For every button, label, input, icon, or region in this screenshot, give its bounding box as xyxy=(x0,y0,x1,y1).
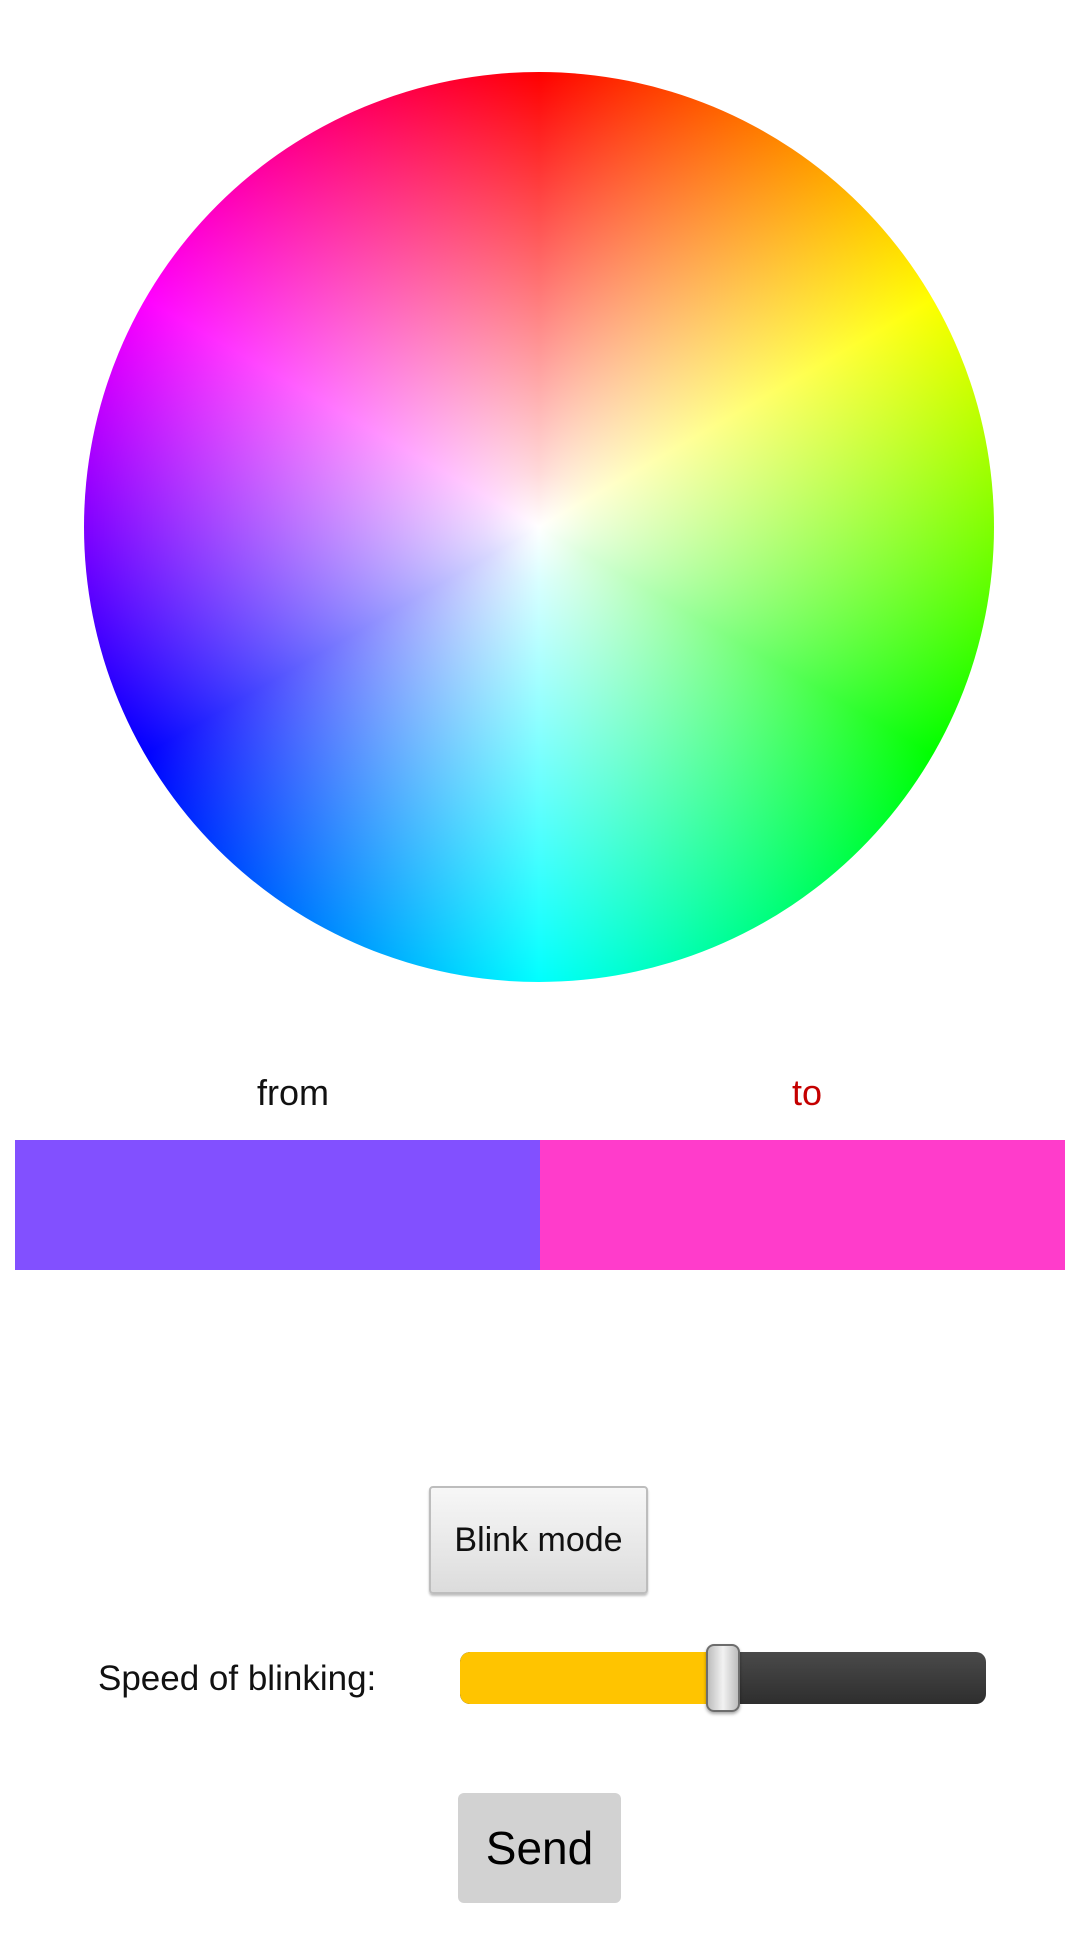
to-color-swatch[interactable] xyxy=(540,1140,1065,1270)
from-label: from xyxy=(257,1072,329,1113)
color-swatches xyxy=(15,1140,1065,1270)
from-color-swatch[interactable] xyxy=(15,1140,540,1270)
color-wheel[interactable] xyxy=(84,72,994,982)
speed-slider[interactable] xyxy=(460,1644,986,1712)
speed-label: Speed of blinking: xyxy=(98,1659,377,1698)
slider-thumb[interactable] xyxy=(706,1644,740,1712)
send-button[interactable]: Send xyxy=(458,1793,621,1903)
to-label: to xyxy=(791,1072,823,1113)
blink-mode-button[interactable]: Blink mode xyxy=(429,1486,648,1594)
slider-fill xyxy=(460,1652,723,1704)
